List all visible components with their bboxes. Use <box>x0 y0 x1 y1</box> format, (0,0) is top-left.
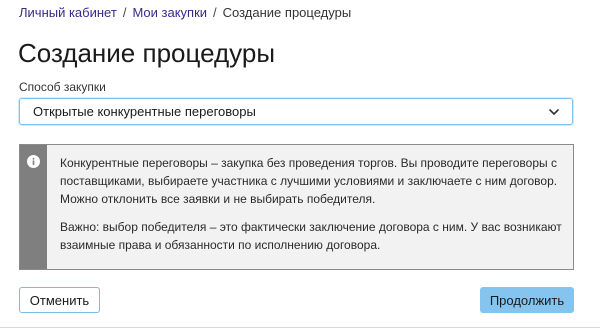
info-paragraph-important: Важно: выбор победителя – это фактически… <box>60 220 562 252</box>
procurement-method-select[interactable]: Открытые конкурентные переговоры <box>19 98 573 125</box>
breadcrumb-current: Создание процедуры <box>222 5 352 20</box>
continue-button[interactable]: Продолжить <box>480 287 574 313</box>
info-paragraph-description: Конкурентные переговоры – закупка без пр… <box>60 156 558 206</box>
info-panel-text: Конкурентные переговоры – закупка без пр… <box>60 154 565 264</box>
info-icon <box>27 155 40 168</box>
breadcrumb-link-my-purchases[interactable]: Мои закупки <box>132 5 207 20</box>
page-title: Создание процедуры <box>18 38 276 68</box>
cancel-button[interactable]: Отменить <box>19 287 100 313</box>
info-panel-stripe <box>20 145 47 269</box>
bottom-divider <box>0 327 600 328</box>
create-procedure-page: Личный кабинет / Мои закупки / Создание проц… <box>0 0 600 334</box>
procurement-method-label: Способ закупки <box>19 80 106 94</box>
breadcrumb-separator: / <box>122 5 127 20</box>
breadcrumb: Личный кабинет / Мои закупки / Создание проц… <box>19 5 351 21</box>
procurement-method-value: Открытые конкурентные переговоры <box>33 104 256 119</box>
chevron-down-icon <box>549 109 559 115</box>
breadcrumb-link-personal-account[interactable]: Личный кабинет <box>19 5 117 20</box>
breadcrumb-separator: / <box>213 5 217 20</box>
info-panel: Конкурентные переговоры – закупка без пр… <box>19 144 574 270</box>
